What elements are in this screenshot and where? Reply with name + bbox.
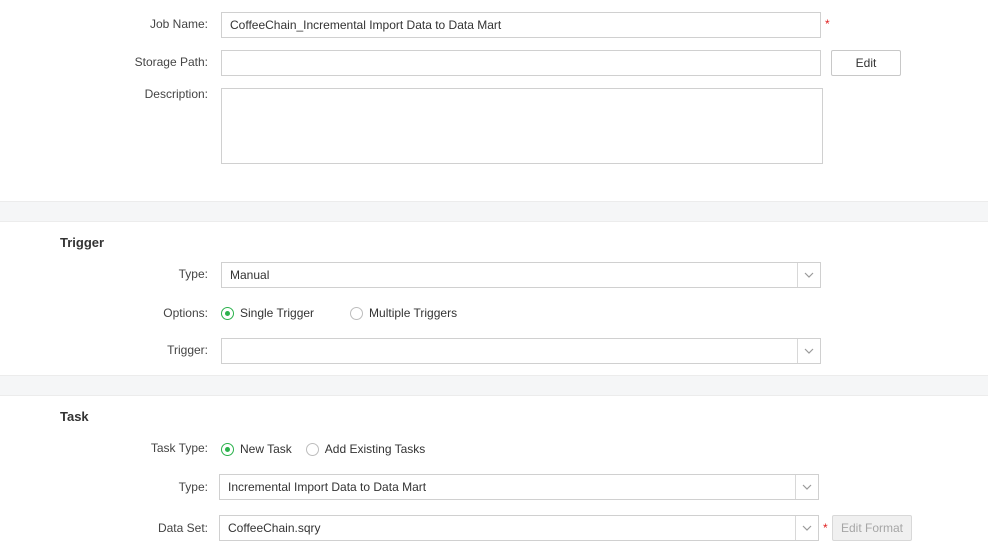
- chevron-down-icon[interactable]: [797, 263, 820, 287]
- chevron-down-icon[interactable]: [797, 339, 820, 363]
- radio-multiple-triggers[interactable]: Multiple Triggers: [350, 306, 457, 320]
- task-type-select[interactable]: Incremental Import Data to Data Mart: [219, 474, 819, 500]
- storage-path-label: Storage Path:: [134, 55, 208, 69]
- trigger-type-label: Type:: [178, 267, 208, 281]
- job-name-required-mark: *: [825, 17, 830, 31]
- description-field[interactable]: [221, 88, 823, 164]
- dataset-required-mark: *: [823, 521, 828, 535]
- storage-path-input[interactable]: [221, 50, 821, 76]
- task-section-title: Task: [60, 409, 89, 424]
- trigger-type-value: Manual: [230, 268, 270, 282]
- radio-single-trigger-label: Single Trigger: [240, 306, 315, 320]
- edit-storage-path-button[interactable]: Edit: [831, 50, 901, 76]
- job-name-label: Job Name:: [149, 17, 208, 31]
- trigger-type-select[interactable]: Manual: [221, 262, 821, 288]
- trigger-section-title: Trigger: [60, 235, 105, 250]
- section-divider: [0, 201, 988, 222]
- trigger-select[interactable]: [221, 338, 821, 364]
- radio-icon: [221, 306, 234, 320]
- task-type-select-label: Type:: [178, 480, 208, 494]
- radio-single-trigger[interactable]: Single Trigger: [221, 306, 314, 320]
- section-divider: [0, 375, 988, 396]
- description-label: Description:: [144, 87, 208, 101]
- radio-icon: [221, 442, 234, 456]
- trigger-options-group: Single Trigger Multiple Triggers: [221, 306, 493, 320]
- radio-add-existing-tasks[interactable]: Add Existing Tasks: [305, 442, 426, 456]
- job-name-input[interactable]: CoffeeChain_Incremental Import Data to D…: [221, 12, 821, 38]
- task-type-value: Incremental Import Data to Data Mart: [228, 480, 427, 494]
- chevron-down-icon[interactable]: [795, 516, 818, 540]
- dataset-label: Data Set:: [157, 521, 208, 535]
- dataset-select[interactable]: CoffeeChain.sqry: [219, 515, 819, 541]
- chevron-down-icon[interactable]: [795, 475, 818, 499]
- dataset-value: CoffeeChain.sqry: [228, 521, 321, 535]
- radio-new-task[interactable]: New Task: [221, 442, 292, 456]
- radio-new-task-label: New Task: [240, 442, 292, 456]
- trigger-label: Trigger:: [167, 343, 208, 357]
- task-type-group: New Task Add Existing Tasks: [221, 442, 461, 456]
- options-label: Options:: [163, 306, 208, 320]
- radio-icon: [350, 306, 364, 320]
- radio-multiple-triggers-label: Multiple Triggers: [369, 306, 458, 320]
- radio-icon: [305, 442, 319, 456]
- task-type-label: Task Type:: [150, 441, 208, 455]
- radio-add-existing-tasks-label: Add Existing Tasks: [324, 442, 426, 456]
- edit-format-button[interactable]: Edit Format: [832, 515, 912, 541]
